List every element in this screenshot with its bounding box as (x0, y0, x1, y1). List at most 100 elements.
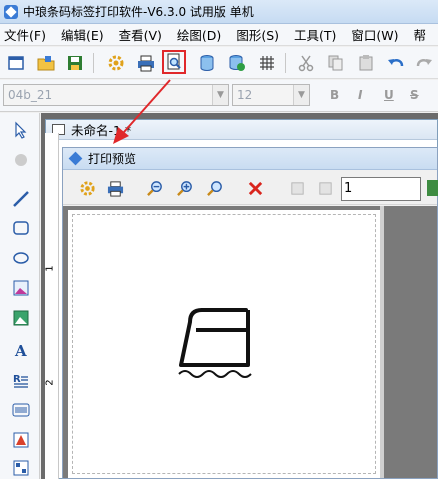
print-icon (138, 55, 154, 72)
menu-view[interactable]: 查看(V) (119, 25, 162, 44)
zoom-icon (206, 180, 222, 196)
chevron-down-icon[interactable]: ▼ (293, 85, 309, 105)
size-select-value: 12 (237, 88, 253, 102)
line-tool[interactable] (10, 188, 32, 210)
main-toolbar (0, 47, 438, 79)
vertical-ruler: 1 2 (45, 133, 59, 479)
window-title: 中琅条码标签打印软件-V6.3.0 试用版 单机 (23, 5, 254, 19)
ruler-label: 1 (44, 265, 56, 272)
rectangle-tool[interactable] (10, 217, 32, 239)
redo-button[interactable] (412, 51, 436, 75)
rectangle-icon (13, 221, 29, 235)
save-button[interactable] (63, 51, 87, 75)
italic-button[interactable]: I (358, 88, 362, 102)
zoom-out-icon (146, 180, 162, 196)
underline-button[interactable]: U (384, 88, 394, 102)
preview-title: 打印预览 (88, 152, 137, 166)
preview-page (68, 210, 380, 478)
barcode-tool[interactable] (10, 399, 32, 421)
menu-tools[interactable]: 工具(T) (294, 25, 336, 44)
cut-button[interactable] (294, 51, 318, 75)
menu-bar: 文件(F) 编辑(E) 查看(V) 绘图(D) 图形(S) 工具(T) 窗口(W… (0, 24, 438, 46)
paste-icon (359, 55, 373, 71)
print-icon (107, 180, 123, 197)
undo-icon (388, 59, 404, 67)
grid-icon (260, 56, 274, 70)
zoom-in-icon (176, 180, 192, 196)
menu-help[interactable]: 帮 (414, 25, 427, 44)
rich-text-tool[interactable]: R (10, 369, 32, 391)
settings-button[interactable] (104, 51, 128, 75)
chevron-down-icon[interactable]: ▼ (212, 85, 228, 105)
font-select[interactable]: 04b_21 ▼ (3, 84, 229, 106)
first-page-icon (290, 181, 304, 195)
copy-button[interactable] (324, 51, 348, 75)
open-icon (37, 56, 55, 71)
hand-icon (15, 154, 27, 166)
qrcode-tool[interactable] (10, 457, 32, 479)
title-bar: 中琅条码标签打印软件-V6.3.0 试用版 单机 (0, 0, 438, 24)
svg-text:A: A (14, 342, 27, 359)
app-icon (68, 151, 83, 166)
database-icon (200, 55, 214, 71)
preview-titlebar: 打印预览 (63, 148, 437, 170)
shape-tool[interactable] (10, 429, 32, 451)
database-button[interactable] (195, 51, 219, 75)
select-tool[interactable] (10, 119, 32, 141)
settings-icon (79, 180, 95, 196)
database-settings-icon (229, 55, 245, 71)
text-tool[interactable]: A (10, 339, 32, 361)
menu-window[interactable]: 窗口(W) (351, 25, 398, 44)
previous-page-button[interactable] (315, 178, 335, 198)
barcode-icon (12, 403, 30, 417)
svg-text:R: R (13, 374, 21, 385)
menu-draw[interactable]: 绘图(D) (177, 25, 221, 44)
size-select[interactable]: 12 ▼ (232, 84, 310, 106)
next-page-icon[interactable] (427, 180, 438, 196)
menu-file[interactable]: 文件(F) (4, 25, 46, 44)
page-number-input[interactable]: 1 (341, 177, 421, 201)
menu-edit[interactable]: 编辑(E) (61, 25, 104, 44)
paste-button[interactable] (354, 51, 378, 75)
page-shadow (380, 206, 384, 478)
format-toolbar: 04b_21 ▼ 12 ▼ B I U S (0, 80, 438, 112)
zoom-fit-button[interactable] (205, 178, 225, 198)
grid-button[interactable] (255, 51, 279, 75)
pointer-icon (15, 121, 27, 139)
preview-canvas (63, 206, 437, 478)
bold-button[interactable]: B (330, 88, 339, 102)
print-button[interactable] (134, 51, 158, 75)
redo-icon (416, 59, 432, 67)
cut-icon (298, 55, 314, 72)
preview-print-button[interactable] (105, 178, 125, 198)
database-settings-button[interactable] (225, 51, 249, 75)
close-icon (248, 181, 262, 195)
qrcode-icon (13, 460, 29, 476)
document-titlebar: 未命名-1 * (46, 120, 437, 140)
image-tool[interactable] (10, 277, 32, 299)
zoom-out-button[interactable] (145, 178, 165, 198)
zoom-in-button[interactable] (175, 178, 195, 198)
first-page-button[interactable] (287, 178, 307, 198)
ellipse-tool[interactable] (10, 247, 32, 269)
image-icon (13, 280, 29, 296)
toolbar-separator (285, 53, 286, 73)
hand-tool[interactable] (10, 149, 32, 171)
open-button[interactable] (34, 51, 58, 75)
new-icon (8, 56, 24, 70)
ironing-care-symbol-icon (178, 308, 252, 378)
close-preview-button[interactable] (245, 178, 265, 198)
menu-shape[interactable]: 图形(S) (236, 25, 279, 44)
undo-button[interactable] (384, 51, 408, 75)
settings-icon (108, 55, 124, 71)
font-select-value: 04b_21 (8, 88, 53, 102)
rich-text-icon: R (13, 374, 28, 388)
strikethrough-button[interactable]: S (410, 88, 419, 102)
new-button[interactable] (4, 51, 28, 75)
picture-tool[interactable] (10, 307, 32, 329)
shape-icon (13, 432, 29, 448)
print-preview-button[interactable] (162, 50, 186, 74)
app-icon (4, 4, 18, 19)
preview-toolbar: 1 (63, 171, 438, 205)
page-setup-button[interactable] (77, 178, 97, 198)
